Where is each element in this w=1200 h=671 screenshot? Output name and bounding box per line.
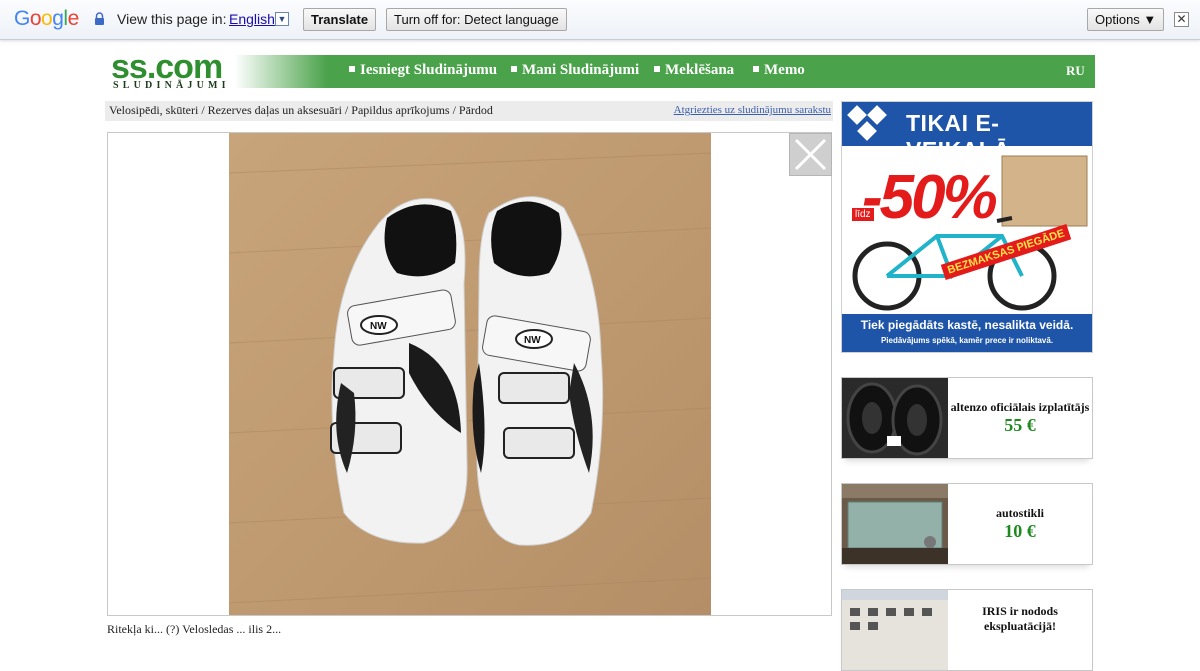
bullet-icon [753, 66, 759, 72]
ad-title: autostikli [995, 506, 1044, 520]
language-dropdown-icon[interactable]: ▼ [275, 12, 289, 26]
site-header: ss.com SLUDINĀJUMI Iesniegt Sludinājumu … [107, 48, 1095, 91]
ad-title: altenzo oficiālais izplatītājs [950, 400, 1090, 414]
windshield-glass-photo [842, 484, 948, 564]
listing-photo-frame: NW NW [107, 132, 832, 616]
nav-label: Iesniegt Sludinājumu [360, 62, 498, 78]
nav-label: Mani Sludinājumi [522, 62, 640, 78]
logo-letter: o [41, 7, 53, 30]
shoes-image-icon: NW NW [229, 133, 711, 615]
side-ad-tires[interactable]: altenzo oficiālais izplatītājs 55 € [841, 377, 1093, 459]
breadcrumb-path[interactable]: Velosipēdi, skūteri / Rezerves daļas un … [109, 103, 493, 118]
ad-price: 55 € [1004, 415, 1036, 435]
back-to-list-link[interactable]: Atgriezties uz sludinājumu sarakstu [674, 104, 831, 116]
tires-photo [842, 378, 948, 458]
bullet-icon [654, 66, 660, 72]
side-ad-building[interactable]: IRIS ir nodods ekspluatācijā! [841, 589, 1093, 671]
apartment-building-photo [842, 590, 948, 670]
cycling-shoes-photo[interactable]: NW NW [229, 133, 711, 615]
close-icon[interactable]: ✕ [1174, 12, 1189, 27]
logo-letter: o [29, 7, 42, 30]
site-logo-subtitle: SLUDINĀJUMI [113, 80, 230, 91]
options-button[interactable]: Options ▼ [1087, 8, 1165, 31]
logo-letter: e [67, 7, 80, 30]
nav-search[interactable]: Meklēšana [654, 62, 734, 79]
nav-my-ads[interactable]: Mani Sludinājumi [511, 62, 639, 79]
svg-text:NW: NW [370, 321, 387, 332]
bike-shop-icon [847, 105, 887, 141]
translate-prompt: View this page in: [117, 11, 227, 27]
close-photo-icon[interactable] [789, 133, 832, 176]
banner-ad[interactable]: TIKAI E-VEIKALĀ -50% līdz BEZMAKSAS PIEG… [841, 101, 1093, 353]
nav-label: Memo [764, 62, 805, 78]
breadcrumb: Velosipēdi, skūteri / Rezerves daļas un … [105, 101, 833, 121]
banner-discount: -50% [862, 163, 998, 232]
banner-footer-line1: Tiek piegādāts kastē, nesalikta veidā. [860, 318, 1074, 332]
nav-submit-ad[interactable]: Iesniegt Sludinājumu [349, 62, 497, 79]
logo-letter: G [14, 7, 30, 30]
svg-text:NW: NW [524, 335, 541, 346]
nav-memo[interactable]: Memo [753, 62, 805, 79]
banner-footer: Tiek piegādāts kastē, nesalikta veidā. P… [842, 314, 1092, 352]
banner-header: TIKAI E-VEIKALĀ [842, 102, 1092, 163]
translate-bar: Google View this page in: English ▼ Tran… [0, 0, 1200, 40]
side-ad-glass[interactable]: autostikli 10 € [841, 483, 1093, 565]
turn-off-button[interactable]: Turn off for: Detect language [386, 8, 567, 31]
google-logo: Google [14, 7, 79, 31]
banner-footer-line2: Piedāvājums spēkā, kamēr prece ir nolikt… [880, 336, 1054, 345]
language-link[interactable]: English [229, 11, 275, 27]
nav-label: Meklēšana [665, 62, 735, 78]
language-switch-ru[interactable]: RU [1066, 63, 1085, 79]
logo-letter: g [52, 7, 64, 30]
bullet-icon [511, 66, 517, 72]
bullet-icon [349, 66, 355, 72]
lock-icon [95, 12, 104, 25]
logo-area[interactable]: ss.com SLUDINĀJUMI [107, 48, 327, 91]
banner-upto: līdz [852, 208, 874, 221]
translate-button[interactable]: Translate [303, 8, 377, 31]
ad-price: 10 € [1004, 521, 1036, 541]
